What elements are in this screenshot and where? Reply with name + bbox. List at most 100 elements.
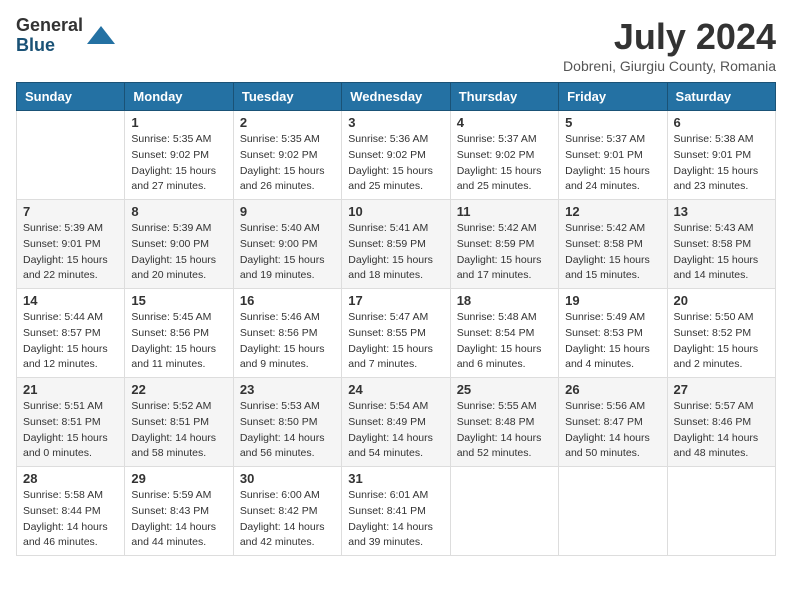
day-number: 20 xyxy=(674,293,769,308)
column-header-thursday: Thursday xyxy=(450,83,558,111)
day-info: Sunrise: 5:56 AM Sunset: 8:47 PM Dayligh… xyxy=(565,399,660,462)
day-info: Sunrise: 5:48 AM Sunset: 8:54 PM Dayligh… xyxy=(457,310,552,373)
day-number: 18 xyxy=(457,293,552,308)
calendar-cell: 15 Sunrise: 5:45 AM Sunset: 8:56 PM Dayli… xyxy=(125,289,233,378)
day-number: 16 xyxy=(240,293,335,308)
calendar-table: SundayMondayTuesdayWednesdayThursdayFrid… xyxy=(16,82,776,556)
day-info: Sunrise: 5:43 AM Sunset: 8:58 PM Dayligh… xyxy=(674,221,769,284)
calendar-header-row: SundayMondayTuesdayWednesdayThursdayFrid… xyxy=(17,83,776,111)
day-number: 8 xyxy=(131,204,226,219)
day-info: Sunrise: 5:52 AM Sunset: 8:51 PM Dayligh… xyxy=(131,399,226,462)
calendar-cell: 18 Sunrise: 5:48 AM Sunset: 8:54 PM Dayli… xyxy=(450,289,558,378)
day-info: Sunrise: 5:41 AM Sunset: 8:59 PM Dayligh… xyxy=(348,221,443,284)
day-number: 26 xyxy=(565,382,660,397)
day-number: 31 xyxy=(348,471,443,486)
day-info: Sunrise: 5:59 AM Sunset: 8:43 PM Dayligh… xyxy=(131,488,226,551)
day-number: 15 xyxy=(131,293,226,308)
day-info: Sunrise: 5:51 AM Sunset: 8:51 PM Dayligh… xyxy=(23,399,118,462)
day-info: Sunrise: 5:53 AM Sunset: 8:50 PM Dayligh… xyxy=(240,399,335,462)
calendar-cell: 16 Sunrise: 5:46 AM Sunset: 8:56 PM Dayli… xyxy=(233,289,341,378)
column-header-saturday: Saturday xyxy=(667,83,775,111)
logo-general: General xyxy=(16,16,83,36)
calendar-cell: 10 Sunrise: 5:41 AM Sunset: 8:59 PM Dayli… xyxy=(342,200,450,289)
calendar-cell: 23 Sunrise: 5:53 AM Sunset: 8:50 PM Dayli… xyxy=(233,378,341,467)
day-number: 10 xyxy=(348,204,443,219)
day-info: Sunrise: 5:45 AM Sunset: 8:56 PM Dayligh… xyxy=(131,310,226,373)
day-number: 11 xyxy=(457,204,552,219)
day-info: Sunrise: 5:37 AM Sunset: 9:02 PM Dayligh… xyxy=(457,132,552,195)
calendar-cell: 4 Sunrise: 5:37 AM Sunset: 9:02 PM Daylig… xyxy=(450,111,558,200)
day-number: 9 xyxy=(240,204,335,219)
day-number: 4 xyxy=(457,115,552,130)
month-title: July 2024 xyxy=(563,16,776,58)
calendar-cell: 21 Sunrise: 5:51 AM Sunset: 8:51 PM Dayli… xyxy=(17,378,125,467)
calendar-cell: 3Sunrise: 5:36 AM Sunset: 9:02 PM Daylig… xyxy=(342,111,450,200)
day-number: 14 xyxy=(23,293,118,308)
day-info: Sunrise: 5:46 AM Sunset: 8:56 PM Dayligh… xyxy=(240,310,335,373)
day-info: Sunrise: 5:35 AM Sunset: 9:02 PM Dayligh… xyxy=(131,132,226,195)
column-header-monday: Monday xyxy=(125,83,233,111)
day-info: Sunrise: 5:50 AM Sunset: 8:52 PM Dayligh… xyxy=(674,310,769,373)
calendar-cell xyxy=(450,467,558,556)
calendar-cell: 25 Sunrise: 5:55 AM Sunset: 8:48 PM Dayli… xyxy=(450,378,558,467)
day-info: Sunrise: 5:47 AM Sunset: 8:55 PM Dayligh… xyxy=(348,310,443,373)
column-header-sunday: Sunday xyxy=(17,83,125,111)
day-number: 2 xyxy=(240,115,335,130)
column-header-wednesday: Wednesday xyxy=(342,83,450,111)
day-number: 25 xyxy=(457,382,552,397)
day-info: Sunrise: 6:00 AM Sunset: 8:42 PM Dayligh… xyxy=(240,488,335,551)
day-info: Sunrise: 5:36 AM Sunset: 9:02 PM Dayligh… xyxy=(348,132,443,195)
calendar-cell: 30 Sunrise: 6:00 AM Sunset: 8:42 PM Dayli… xyxy=(233,467,341,556)
calendar-cell: 20 Sunrise: 5:50 AM Sunset: 8:52 PM Dayli… xyxy=(667,289,775,378)
day-number: 27 xyxy=(674,382,769,397)
calendar-cell: 8 Sunrise: 5:39 AM Sunset: 9:00 PM Daylig… xyxy=(125,200,233,289)
calendar-cell: 19 Sunrise: 5:49 AM Sunset: 8:53 PM Dayli… xyxy=(559,289,667,378)
calendar-cell: 9 Sunrise: 5:40 AM Sunset: 9:00 PM Daylig… xyxy=(233,200,341,289)
calendar-week-row: 1 Sunrise: 5:35 AM Sunset: 9:02 PM Daylig… xyxy=(17,111,776,200)
day-info: Sunrise: 5:42 AM Sunset: 8:58 PM Dayligh… xyxy=(565,221,660,284)
calendar-cell xyxy=(17,111,125,200)
day-info: Sunrise: 5:58 AM Sunset: 8:44 PM Dayligh… xyxy=(23,488,118,551)
calendar-week-row: 21 Sunrise: 5:51 AM Sunset: 8:51 PM Dayli… xyxy=(17,378,776,467)
calendar-cell: 7 Sunrise: 5:39 AM Sunset: 9:01 PM Daylig… xyxy=(17,200,125,289)
day-info: Sunrise: 5:49 AM Sunset: 8:53 PM Dayligh… xyxy=(565,310,660,373)
calendar-cell: 28 Sunrise: 5:58 AM Sunset: 8:44 PM Dayli… xyxy=(17,467,125,556)
logo-icon xyxy=(87,22,115,50)
calendar-cell: 17Sunrise: 5:47 AM Sunset: 8:55 PM Dayli… xyxy=(342,289,450,378)
day-info: Sunrise: 5:35 AM Sunset: 9:02 PM Dayligh… xyxy=(240,132,335,195)
day-number: 7 xyxy=(23,204,118,219)
day-info: Sunrise: 5:57 AM Sunset: 8:46 PM Dayligh… xyxy=(674,399,769,462)
day-number: 24 xyxy=(348,382,443,397)
calendar-cell: 5Sunrise: 5:37 AM Sunset: 9:01 PM Daylig… xyxy=(559,111,667,200)
day-number: 23 xyxy=(240,382,335,397)
day-info: Sunrise: 5:54 AM Sunset: 8:49 PM Dayligh… xyxy=(348,399,443,462)
day-number: 30 xyxy=(240,471,335,486)
logo: General Blue xyxy=(16,16,115,56)
day-info: Sunrise: 5:40 AM Sunset: 9:00 PM Dayligh… xyxy=(240,221,335,284)
column-header-tuesday: Tuesday xyxy=(233,83,341,111)
calendar-cell: 14Sunrise: 5:44 AM Sunset: 8:57 PM Dayli… xyxy=(17,289,125,378)
calendar-week-row: 14Sunrise: 5:44 AM Sunset: 8:57 PM Dayli… xyxy=(17,289,776,378)
logo-blue: Blue xyxy=(16,36,83,56)
column-header-friday: Friday xyxy=(559,83,667,111)
calendar-cell: 11Sunrise: 5:42 AM Sunset: 8:59 PM Dayli… xyxy=(450,200,558,289)
day-number: 12 xyxy=(565,204,660,219)
day-info: Sunrise: 5:39 AM Sunset: 9:00 PM Dayligh… xyxy=(131,221,226,284)
day-number: 21 xyxy=(23,382,118,397)
page-header: General Blue July 2024 Dobreni, Giurgiu … xyxy=(16,16,776,74)
day-number: 19 xyxy=(565,293,660,308)
day-number: 6 xyxy=(674,115,769,130)
day-number: 29 xyxy=(131,471,226,486)
day-number: 28 xyxy=(23,471,118,486)
title-section: July 2024 Dobreni, Giurgiu County, Roman… xyxy=(563,16,776,74)
day-info: Sunrise: 5:39 AM Sunset: 9:01 PM Dayligh… xyxy=(23,221,118,284)
calendar-cell xyxy=(667,467,775,556)
calendar-cell: 12 Sunrise: 5:42 AM Sunset: 8:58 PM Dayli… xyxy=(559,200,667,289)
calendar-cell: 26 Sunrise: 5:56 AM Sunset: 8:47 PM Dayli… xyxy=(559,378,667,467)
day-info: Sunrise: 5:55 AM Sunset: 8:48 PM Dayligh… xyxy=(457,399,552,462)
day-number: 1 xyxy=(131,115,226,130)
calendar-week-row: 7 Sunrise: 5:39 AM Sunset: 9:01 PM Daylig… xyxy=(17,200,776,289)
calendar-cell: 1 Sunrise: 5:35 AM Sunset: 9:02 PM Daylig… xyxy=(125,111,233,200)
day-number: 22 xyxy=(131,382,226,397)
day-info: Sunrise: 6:01 AM Sunset: 8:41 PM Dayligh… xyxy=(348,488,443,551)
